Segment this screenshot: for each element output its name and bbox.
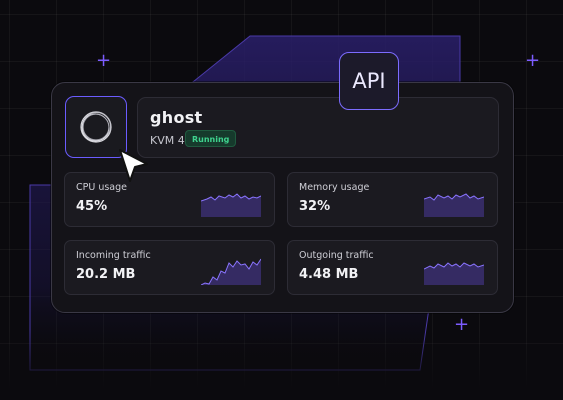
server-name: ghost <box>150 108 203 127</box>
outgoing-sparkline-icon <box>424 262 484 285</box>
bottom-fade <box>0 330 563 400</box>
plus-sparkle-icon: + <box>525 50 541 71</box>
cpu-usage-card: CPU usage 45% <box>64 172 275 227</box>
metric-value: 20.2 MB <box>76 267 136 282</box>
incoming-sparkline-icon <box>201 258 261 285</box>
ring-logo-icon <box>80 111 112 143</box>
cursor-pointer-icon <box>119 149 148 182</box>
metric-value: 4.48 MB <box>299 267 359 282</box>
api-button[interactable]: API <box>339 52 399 110</box>
plus-sparkle-icon: + <box>96 50 112 71</box>
server-header: ghost KVM 4 Running <box>137 97 499 158</box>
metric-label: Incoming traffic <box>76 250 151 261</box>
status-badge: Running <box>185 130 237 147</box>
memory-usage-card: Memory usage 32% <box>287 172 498 227</box>
incoming-traffic-card: Incoming traffic 20.2 MB <box>64 240 275 295</box>
server-plan: KVM 4 <box>150 134 185 147</box>
outgoing-traffic-card: Outgoing traffic 4.48 MB <box>287 240 498 295</box>
metric-value: 32% <box>299 199 331 214</box>
metric-label: Outgoing traffic <box>299 250 374 261</box>
metric-label: Memory usage <box>299 182 370 193</box>
metric-value: 45% <box>76 199 108 214</box>
cpu-sparkline-icon <box>201 193 261 217</box>
memory-sparkline-icon <box>424 193 484 217</box>
